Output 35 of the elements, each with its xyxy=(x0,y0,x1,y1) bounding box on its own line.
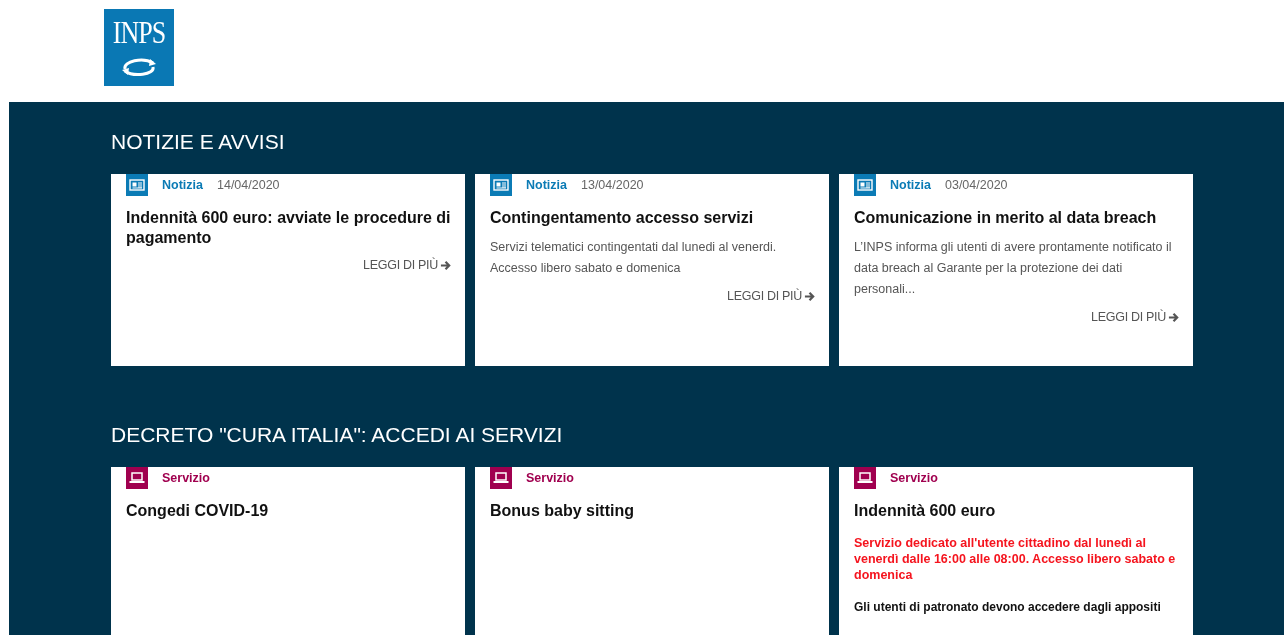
date: 03/04/2020 xyxy=(945,178,1008,192)
arrow-right-icon xyxy=(804,290,815,302)
card-title[interactable]: Congedi COVID-19 xyxy=(126,501,451,521)
card-title[interactable]: Indennità 600 euro: avviate le procedure di pagamento xyxy=(126,208,451,248)
card-description: Servizi telematici contingentati dal lunedi al venerdi. Accesso libero sabato e domenica xyxy=(490,239,778,277)
arrow-right-icon xyxy=(440,259,451,271)
category-label: Notizia xyxy=(890,178,931,192)
note-text: Gli utenti di patronato devono accedere dagli appositi xyxy=(854,599,1162,615)
date: 13/04/2020 xyxy=(581,178,644,192)
card-title[interactable]: Contingentamento accesso servizi xyxy=(490,208,815,228)
laptop-icon xyxy=(857,472,873,484)
date: 14/04/2020 xyxy=(217,178,280,192)
category-label: Servizio xyxy=(890,471,938,485)
inps-logo[interactable]: INPS xyxy=(104,9,174,86)
card-title[interactable]: Indennità 600 euro xyxy=(854,501,1179,521)
arrow-right-icon xyxy=(1168,311,1179,323)
newspaper-icon xyxy=(493,179,509,191)
newspaper-icon xyxy=(129,179,145,191)
laptop-icon xyxy=(493,472,509,484)
read-more-link[interactable]: LEGGI DI PIÙ xyxy=(1091,310,1179,324)
newspaper-icon xyxy=(857,179,873,191)
section-heading: DECRETO "CURA ITALIA": ACCEDI AI SERVIZI xyxy=(111,423,564,447)
category-label: Servizio xyxy=(526,471,574,485)
category-label: Notizia xyxy=(162,178,203,192)
card-description: L’INPS informa gli utenti di avere prontamente notificato il data breach al Garante per la protezione dei dati personali... xyxy=(854,239,1173,298)
notice-text: Servizio dedicato all'utente cittadino dal lunedì al venerdì dalle 16:00 alle 08:00. Accesso libero sabato e domenica xyxy=(854,535,1177,583)
section-heading: NOTIZIE E AVVISI xyxy=(111,130,286,154)
laptop-icon xyxy=(129,472,145,484)
read-more-link[interactable]: LEGGI DI PIÙ xyxy=(727,289,815,303)
category-label: Notizia xyxy=(526,178,567,192)
category-label: Servizio xyxy=(162,471,210,485)
logo-text: INPS xyxy=(112,15,166,51)
card-title[interactable]: Comunicazione in merito al data breach xyxy=(854,208,1179,228)
card-title[interactable]: Bonus baby sitting xyxy=(490,501,815,521)
read-more-link[interactable]: LEGGI DI PIÙ xyxy=(363,258,451,272)
